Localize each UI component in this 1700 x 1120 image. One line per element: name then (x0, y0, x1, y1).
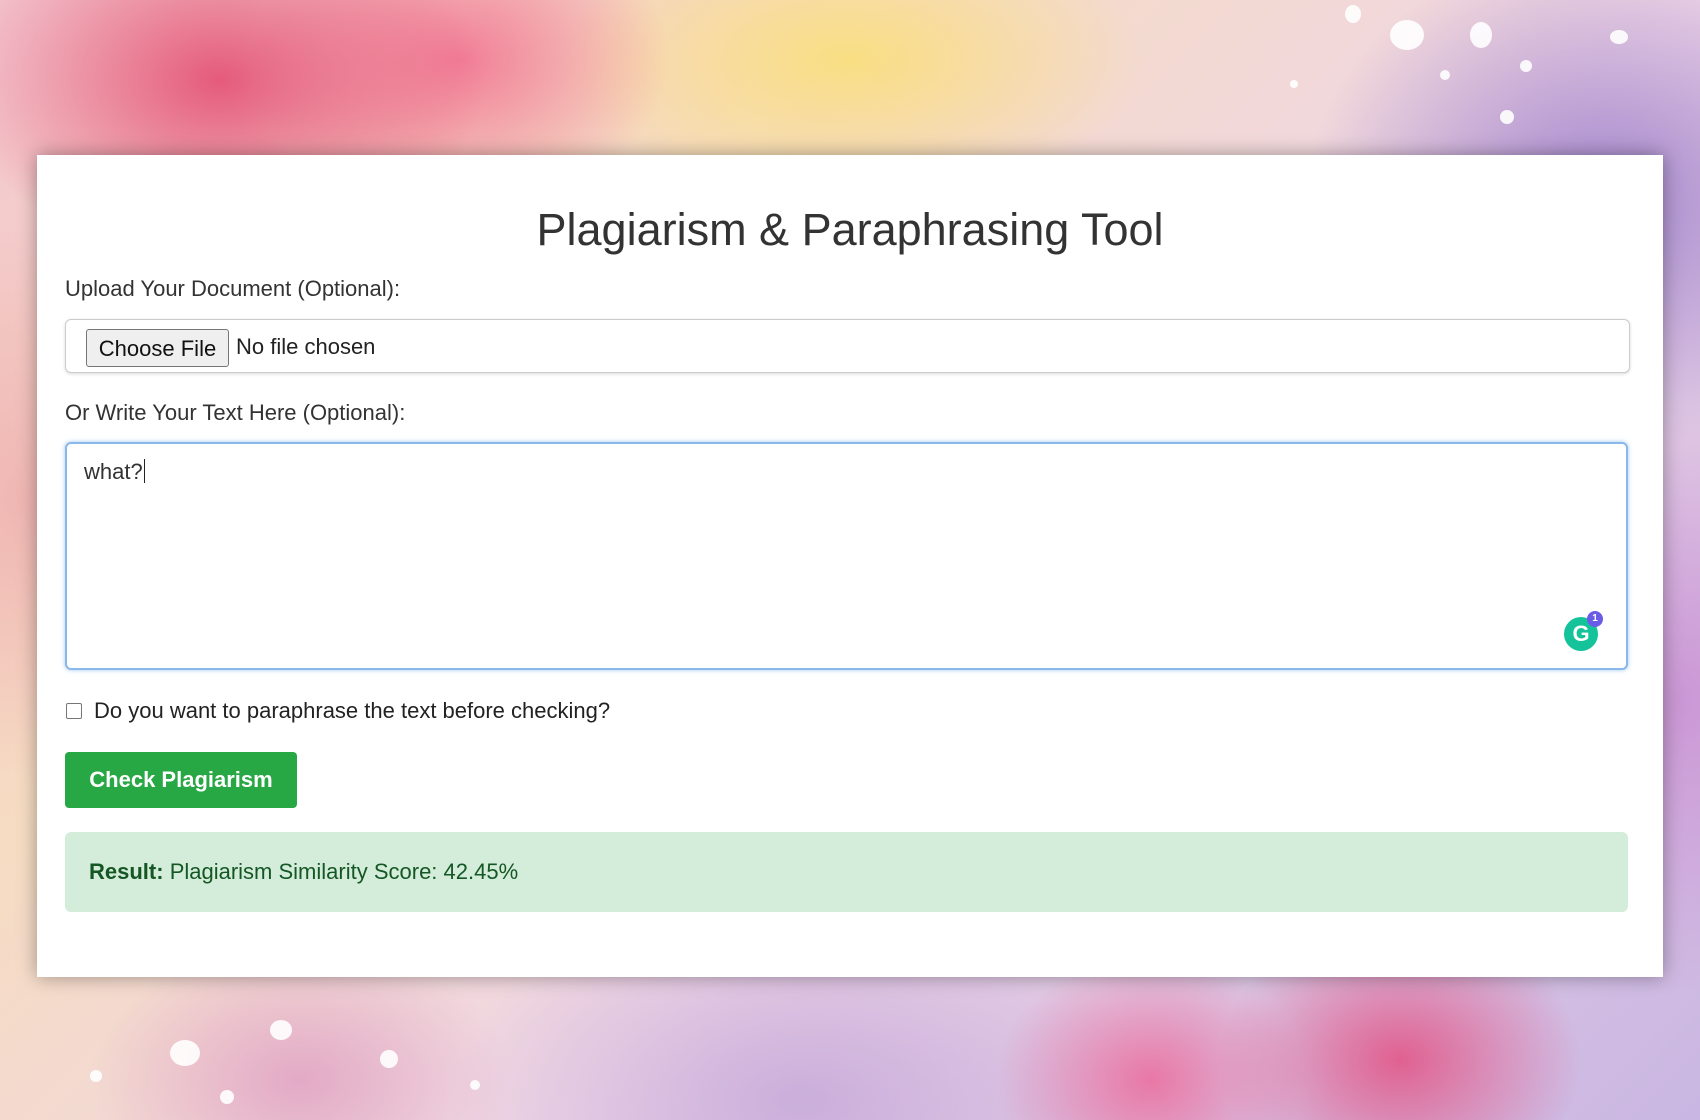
text-input-area[interactable]: what? G 1 (65, 442, 1628, 670)
paint-splatter (220, 1090, 234, 1104)
paraphrase-checkbox[interactable] (66, 703, 82, 719)
text-input-content: what? (84, 459, 143, 484)
result-text: Result: Plagiarism Similarity Score: 42.… (89, 859, 518, 885)
file-status-text: No file chosen (236, 334, 376, 359)
page-title: Plagiarism & Paraphrasing Tool (536, 204, 1164, 255)
paint-splatter (470, 1080, 480, 1090)
paint-splatter (1500, 110, 1514, 124)
result-score: Plagiarism Similarity Score: 42.45% (169, 859, 519, 884)
choose-file-button[interactable]: Choose File (86, 329, 229, 367)
paint-splatter (1345, 5, 1361, 23)
paint-splatter (1440, 70, 1450, 80)
text-input-label: Or Write Your Text Here (Optional): (65, 400, 406, 425)
paint-splatter (1610, 30, 1628, 44)
paint-splatter (380, 1050, 398, 1068)
paint-splatter (1520, 60, 1532, 72)
paint-splatter (1390, 20, 1424, 50)
paint-splatter (90, 1070, 102, 1082)
result-heading: Result: (89, 859, 164, 884)
upload-label: Upload Your Document (Optional): (65, 276, 401, 301)
result-panel: Result: Plagiarism Similarity Score: 42.… (65, 832, 1628, 912)
paint-splatter (1470, 22, 1492, 48)
paint-splatter (1290, 80, 1298, 88)
paint-splatter (270, 1020, 292, 1040)
grammarly-letter: G (1572, 621, 1590, 646)
grammarly-icon[interactable]: G 1 (1564, 611, 1603, 651)
grammarly-count-badge: 1 (1587, 611, 1603, 627)
file-upload-field[interactable]: Choose File No file chosen (65, 319, 1630, 373)
check-plagiarism-button[interactable]: Check Plagiarism (65, 752, 297, 808)
text-caret (143, 459, 145, 483)
paint-splatter (170, 1040, 200, 1066)
text-input-value: what? (84, 458, 145, 486)
paraphrase-checkbox-label[interactable]: Do you want to paraphrase the text befor… (94, 698, 610, 724)
